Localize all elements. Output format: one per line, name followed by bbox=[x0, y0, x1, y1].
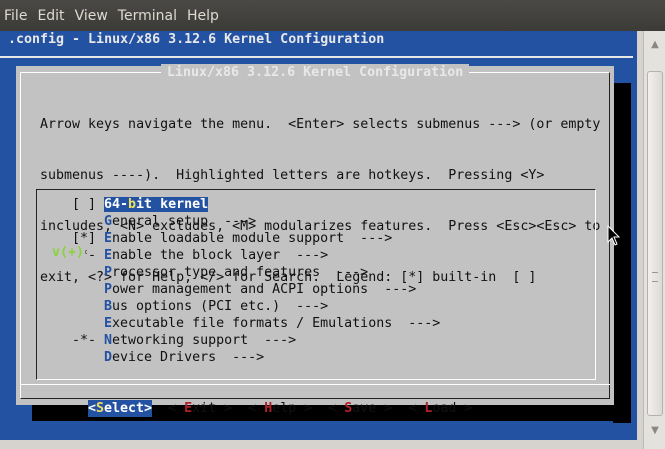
menu-item-text: nable the block layer ---> bbox=[112, 248, 329, 263]
button-hotkey: S bbox=[96, 401, 105, 416]
arrow-up-icon[interactable]: ▲ bbox=[647, 37, 663, 53]
scrollbar-thumb[interactable] bbox=[647, 71, 663, 416]
menu-item-hotkey: E bbox=[104, 231, 113, 246]
button-text: < bbox=[168, 401, 185, 416]
button-row: <Select> < Exit > < Help > < Save > < Lo… bbox=[88, 400, 472, 417]
title-rule bbox=[0, 56, 633, 58]
menu-item[interactable]: [ ] 64-bit kernel bbox=[72, 196, 440, 213]
menu-item-text: rocessor type and features ---> bbox=[112, 265, 369, 280]
menu-item-mark bbox=[72, 298, 104, 315]
menu-item-mark bbox=[72, 315, 104, 332]
menu-item-label: Device Drivers ---> bbox=[104, 350, 264, 365]
menu-item-label: Bus options (PCI etc.) ---> bbox=[104, 299, 328, 314]
menu-item-hotkey: B bbox=[104, 299, 113, 314]
terminal-screen: .config - Linux/x86 3.12.6 Kernel Config… bbox=[0, 31, 637, 440]
menu-item[interactable]: Executable file formats / Emulations ---… bbox=[72, 315, 440, 332]
menu-terminal[interactable]: Terminal bbox=[118, 8, 185, 24]
menu-item-hotkey: E bbox=[104, 316, 113, 331]
button-text: < bbox=[248, 401, 265, 416]
menu-item-mark bbox=[72, 213, 104, 230]
menu-item[interactable]: Device Drivers ---> bbox=[72, 349, 440, 366]
button-text: < bbox=[408, 401, 425, 416]
terminal-scrollbar[interactable]: ▲ ▼ bbox=[643, 31, 665, 449]
button-text: < bbox=[88, 401, 97, 416]
button-text: elp > bbox=[272, 401, 313, 416]
menu-item-text: us options (PCI etc.) ---> bbox=[112, 299, 329, 314]
menu-item-mark bbox=[72, 281, 104, 298]
load-button[interactable]: < Load > bbox=[408, 400, 472, 417]
menu-item-text: it kernel bbox=[136, 197, 209, 212]
menu-item-label: Enable loadable module support ---> bbox=[104, 231, 392, 246]
menu-item-hotkey: P bbox=[104, 265, 113, 280]
menu-item[interactable]: Processor type and features ---> bbox=[72, 264, 440, 281]
menu-item-mark: [ ] bbox=[72, 197, 105, 212]
button-separator bbox=[20, 384, 610, 385]
menu-item-mark bbox=[72, 349, 104, 366]
menu-help[interactable]: Help bbox=[187, 8, 227, 24]
menu-item[interactable]: -*- Networking support ---> bbox=[72, 332, 440, 349]
menu-item-text: 64- bbox=[104, 197, 129, 212]
help-line: Arrow keys navigate the menu. <Enter> se… bbox=[40, 117, 601, 132]
menu-item-label: General setup ---> bbox=[104, 214, 256, 229]
menu-item-mark bbox=[72, 264, 104, 281]
arrow-down-icon[interactable]: ▼ bbox=[647, 423, 663, 439]
menu-item-text: etworking support ---> bbox=[112, 333, 297, 348]
menu-edit[interactable]: Edit bbox=[37, 8, 72, 24]
menubar: File Edit View Terminal Help bbox=[0, 0, 665, 31]
menu-item-label: Networking support ---> bbox=[104, 333, 296, 348]
button-text: ave > bbox=[352, 401, 393, 416]
help-line: submenus ----). Highlighted letters are … bbox=[40, 168, 545, 183]
dialog-shadow-right bbox=[613, 83, 631, 423]
menu-file[interactable]: File bbox=[4, 8, 35, 24]
button-text: < bbox=[328, 401, 345, 416]
menu-item[interactable]: [*] Enable loadable module support ---> bbox=[72, 230, 440, 247]
menu-item-hotkey: N bbox=[104, 333, 113, 348]
menu-item-text: eneral setup ---> bbox=[112, 214, 257, 229]
menu-item-hotkey: D bbox=[104, 350, 113, 365]
mouse-pointer-icon bbox=[607, 225, 621, 246]
menu-list: [ ] 64-bit kernel General setup ---> [*] … bbox=[72, 196, 440, 366]
menu-item-text: evice Drivers ---> bbox=[112, 350, 265, 365]
menu-item[interactable]: Power management and ACPI options ---> bbox=[72, 281, 440, 298]
menu-item[interactable]: General setup ---> bbox=[72, 213, 440, 230]
exit-button[interactable]: < Exit > bbox=[168, 400, 232, 417]
save-button[interactable]: < Save > bbox=[328, 400, 392, 417]
menu-item-label: 64-bit kernel bbox=[104, 197, 209, 212]
menu-view[interactable]: View bbox=[75, 8, 116, 24]
menu-item-label: Processor type and features ---> bbox=[104, 265, 368, 280]
menu-list-box: [ ] 64-bit kernel General setup ---> [*] … bbox=[36, 189, 596, 380]
button-hotkey: H bbox=[264, 401, 273, 416]
button-text: oad > bbox=[432, 401, 473, 416]
help-button[interactable]: < Help > bbox=[248, 400, 312, 417]
menu-item-label: Executable file formats / Emulations ---… bbox=[104, 316, 440, 331]
menu-item-text: ower management and ACPI options ---> bbox=[112, 282, 417, 297]
menu-item-hotkey: E bbox=[104, 248, 113, 263]
config-title: .config - Linux/x86 3.12.6 Kernel Config… bbox=[8, 32, 385, 47]
button-text: elect> bbox=[104, 401, 153, 416]
dialog-title: Linux/x86 3.12.6 Kernel Configuration bbox=[161, 64, 470, 81]
menu-item-text: nable loadable module support ---> bbox=[112, 231, 393, 246]
terminal-area[interactable]: .config - Linux/x86 3.12.6 Kernel Config… bbox=[0, 31, 643, 449]
menu-item[interactable]: Bus options (PCI etc.) ---> bbox=[72, 298, 440, 315]
button-text: xit > bbox=[192, 401, 233, 416]
menu-item-label: Enable the block layer ---> bbox=[104, 248, 328, 263]
menu-item[interactable]: -*- Enable the block layer ---> bbox=[72, 247, 440, 264]
select-button[interactable]: <Select> bbox=[88, 400, 153, 417]
menu-item-hotkey: G bbox=[104, 214, 113, 229]
menu-item-text: xecutable file formats / Emulations ---> bbox=[112, 316, 441, 331]
button-hotkey: E bbox=[184, 401, 193, 416]
menu-item-label: Power management and ACPI options ---> bbox=[104, 282, 416, 297]
menuconfig-dialog: Linux/x86 3.12.6 Kernel Configuration Ar… bbox=[16, 64, 614, 417]
grip-icon bbox=[652, 272, 658, 282]
more-indicator: v(+) bbox=[51, 244, 86, 261]
menu-item-hotkey: b bbox=[128, 197, 137, 212]
menu-item-mark: -*- bbox=[72, 333, 105, 348]
menu-item-hotkey: P bbox=[104, 282, 113, 297]
